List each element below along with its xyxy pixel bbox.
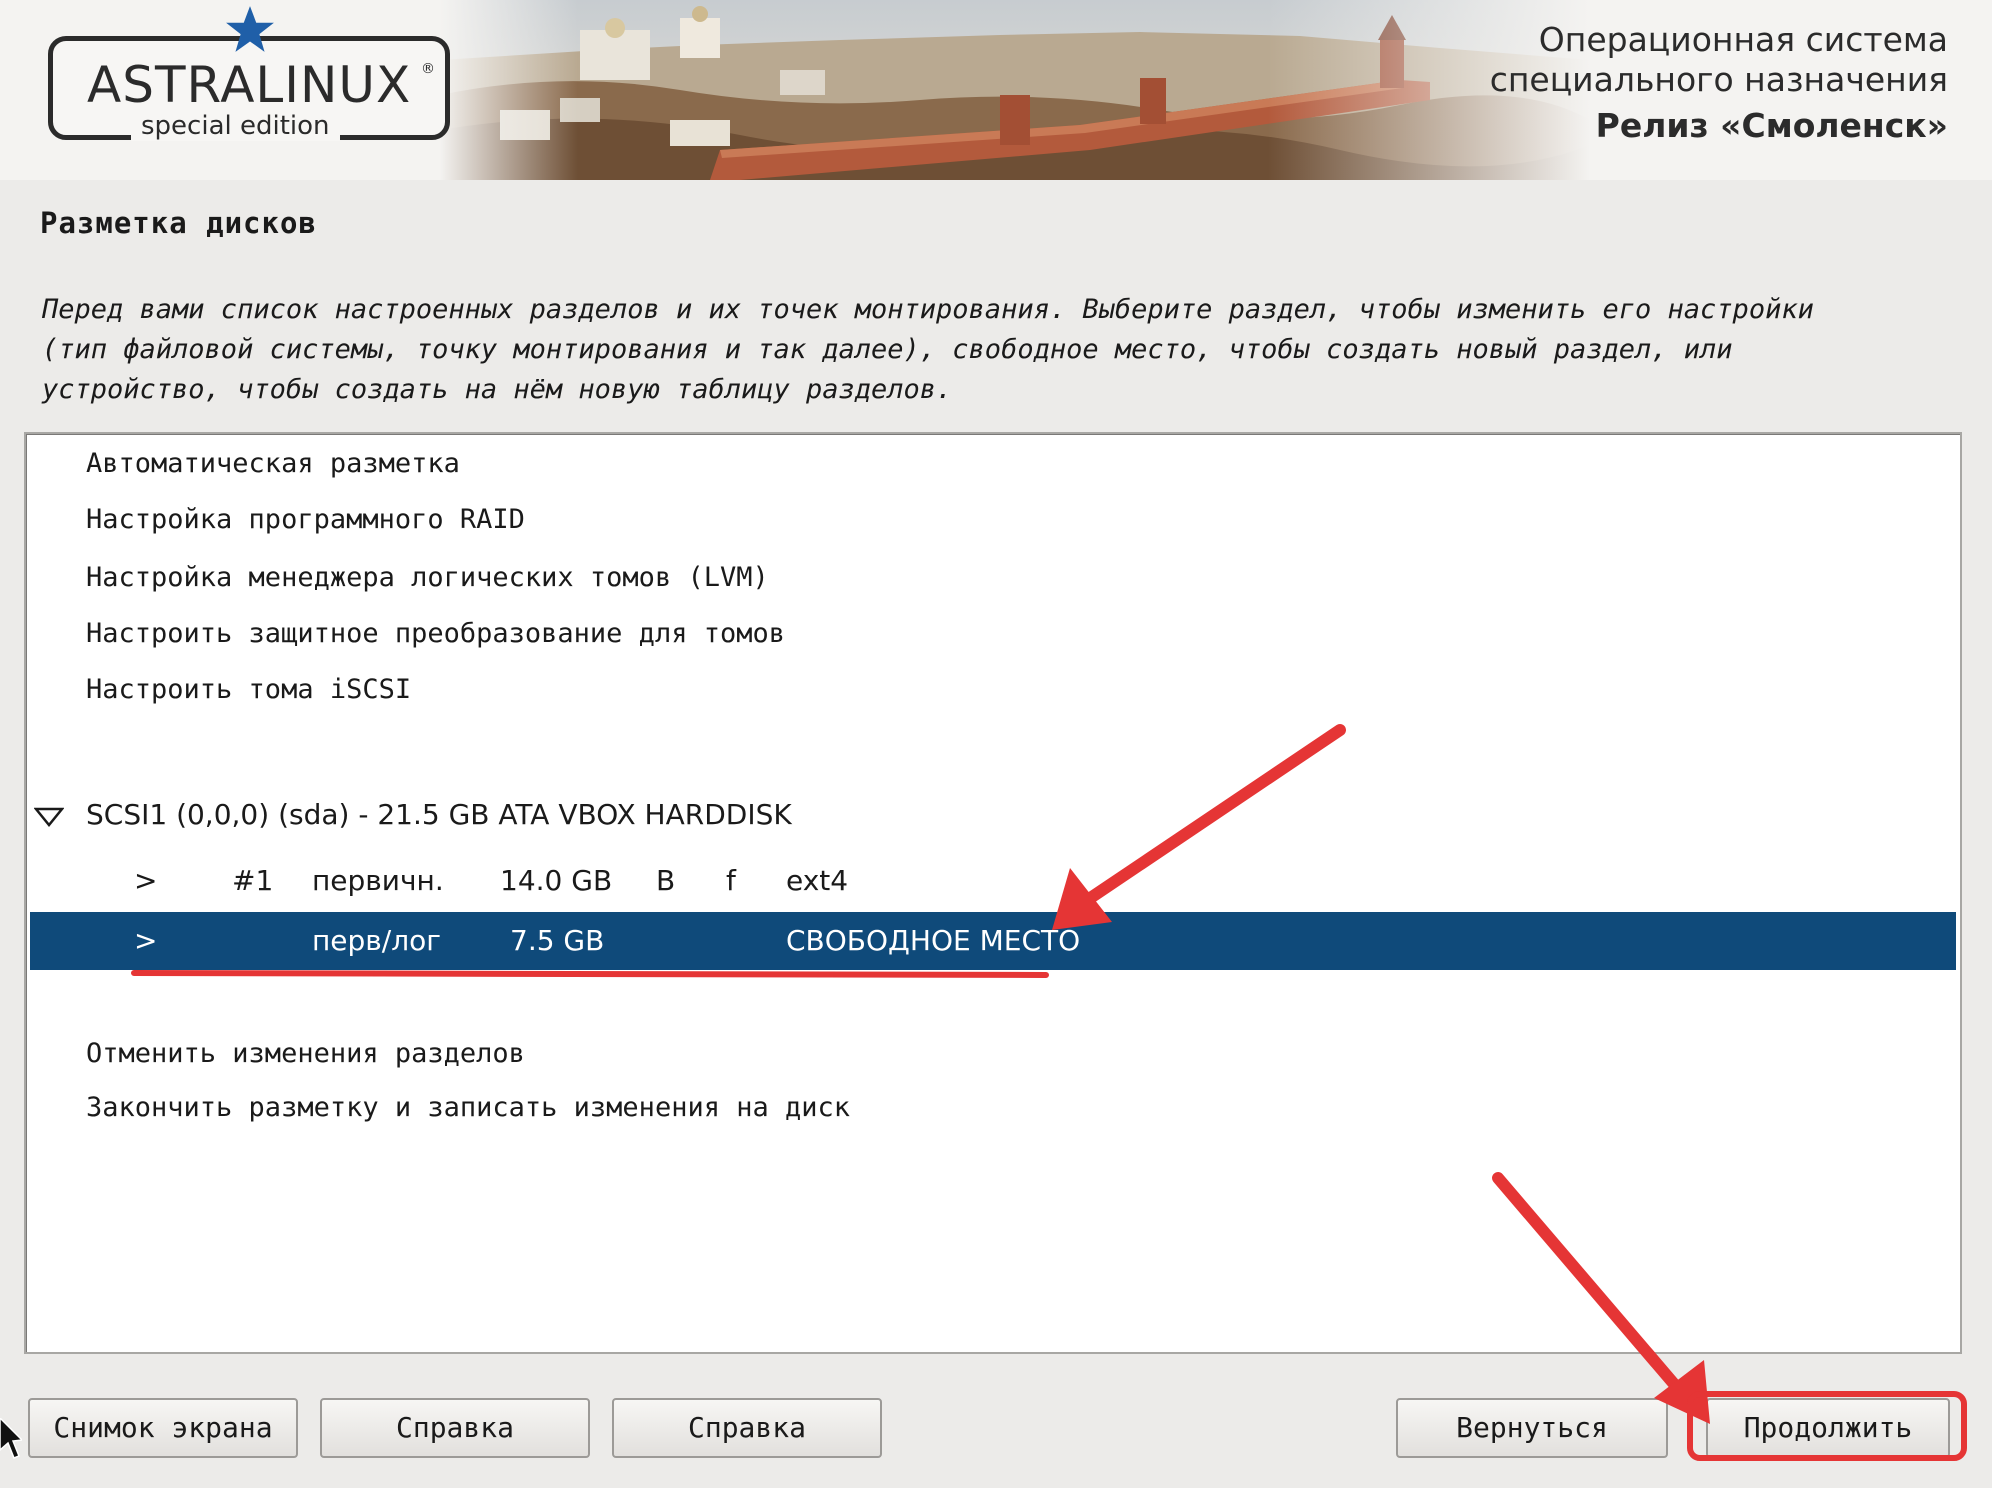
continue-button[interactable]: Продолжить (1706, 1398, 1950, 1458)
partition-flag-bootable: B (656, 864, 676, 897)
partition-arrow: > (134, 924, 158, 957)
help-button-2[interactable]: Справка (612, 1398, 882, 1458)
page-title: Разметка дисков (40, 206, 317, 240)
smolensk-panorama-image (440, 0, 1590, 180)
partition-arrow: > (134, 864, 158, 897)
partition-filesystem: СВОБОДНОЕ МЕСТО (786, 924, 1081, 957)
list-item-auto-partition[interactable]: Автоматическая разметка (86, 448, 460, 479)
help-button[interactable]: Справка (320, 1398, 590, 1458)
partition-type: первичн. (312, 864, 444, 897)
header-banner: ASTRALINUX ® special edition Операционна… (0, 0, 1992, 180)
partition-number: #1 (232, 864, 274, 897)
list-item-encrypted-volumes[interactable]: Настроить защитное преобразование для то… (86, 618, 785, 649)
list-item-software-raid[interactable]: Настройка программного RAID (86, 504, 525, 535)
device-row[interactable]: SCSI1 (0,0,0) (sda) - 21.5 GB ATA VBOX H… (26, 794, 1960, 844)
description-line: устройство, чтобы создать на нём новую т… (42, 374, 953, 405)
list-item-lvm[interactable]: Настройка менеджера логических томов (LV… (86, 562, 769, 593)
os-title-line1: Операционная система (1538, 20, 1948, 59)
partition-type: перв/лог (312, 924, 441, 957)
star-icon (226, 6, 274, 52)
partition-size: 14.0 GB (500, 864, 613, 897)
list-item-iscsi[interactable]: Настроить тома iSCSI (86, 674, 411, 705)
registered-mark: ® (421, 61, 435, 77)
partition-list[interactable]: Автоматическая разметка Настройка програ… (24, 432, 1962, 1354)
list-item-undo-changes[interactable]: Отменить изменения разделов (86, 1038, 525, 1069)
screenshot-button[interactable]: Снимок экрана (28, 1398, 298, 1458)
triangle-down-icon[interactable] (34, 806, 64, 828)
logo-edition: special edition (131, 111, 340, 141)
description-line: (тип файловой системы, точку монтировани… (42, 334, 1733, 365)
list-item-finish-partitioning[interactable]: Закончить разметку и записать изменения … (86, 1092, 850, 1123)
device-label: SCSI1 (0,0,0) (sda) - 21.5 GB ATA VBOX H… (86, 798, 792, 831)
release-info: Операционная система специального назнач… (1490, 20, 1948, 146)
partition-row[interactable]: > #1 первичн. 14.0 GB B f ext4 (30, 852, 1956, 910)
partition-filesystem: ext4 (786, 864, 849, 897)
os-title-line2: специального назначения (1489, 60, 1948, 99)
back-button[interactable]: Вернуться (1396, 1398, 1668, 1458)
logo-wordmark: ASTRALINUX (87, 56, 412, 114)
mouse-pointer-icon (0, 1418, 22, 1459)
page-description: Перед вами список настроенных разделов и… (42, 290, 1942, 410)
partition-row-free-space[interactable]: > перв/лог 7.5 GB СВОБОДНОЕ МЕСТО (30, 912, 1956, 970)
partition-flag-format: f (726, 864, 736, 897)
description-line: Перед вами список настроенных разделов и… (42, 294, 1814, 325)
partition-size: 7.5 GB (510, 924, 605, 957)
release-name: Релиз «Смоленск» (1595, 106, 1948, 145)
